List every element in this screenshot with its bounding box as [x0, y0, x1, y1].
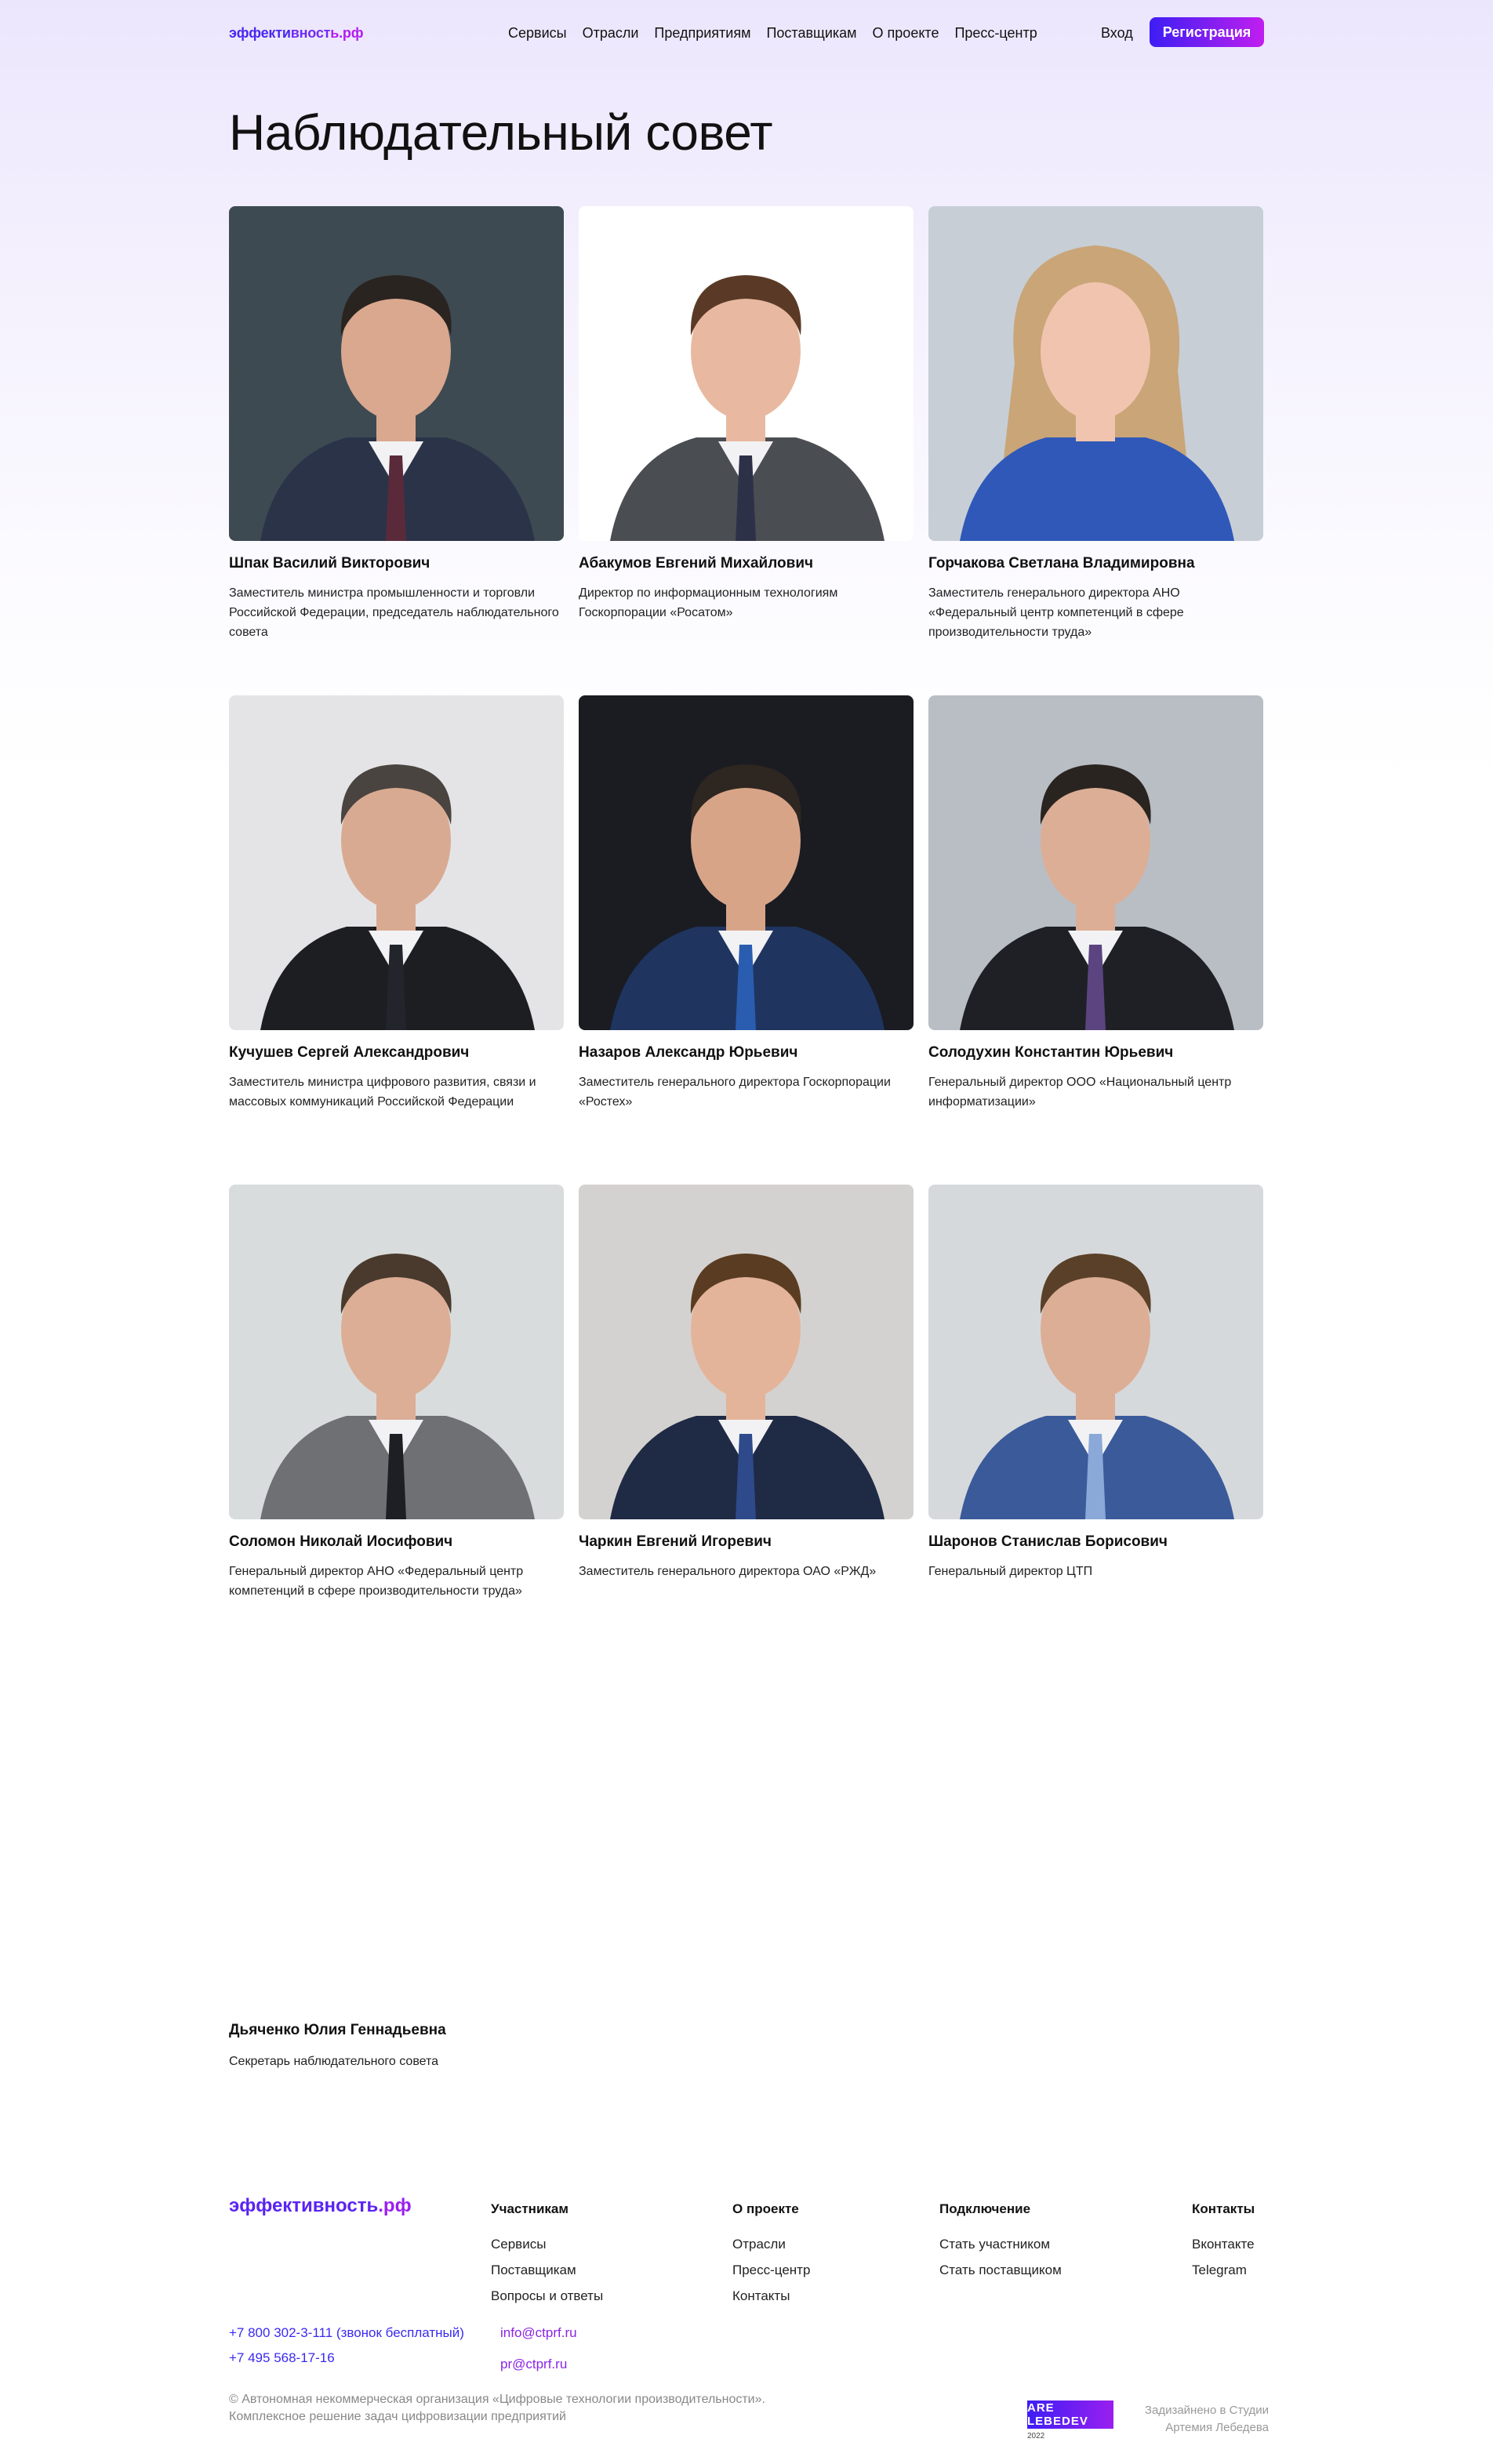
site-header: эффективность.рф Сервисы Отрасли Предпри… — [229, 17, 1264, 49]
member-role: Заместитель министра цифрового развития,… — [229, 1076, 536, 1109]
member-role: Директор по информационным технологиям Г… — [579, 586, 838, 619]
footer-col-connect: Подключение Стать участником Стать поста… — [939, 2201, 1062, 2283]
member-photo — [928, 1185, 1263, 1519]
member-photo — [579, 1185, 914, 1519]
nav-item-services[interactable]: Сервисы — [508, 25, 567, 42]
footer-link-faq[interactable]: Вопросы и ответы — [491, 2283, 603, 2309]
member-role: Генеральный директор ЦТП — [928, 1565, 1093, 1578]
member-photo — [579, 206, 914, 541]
member-role: Заместитель генерального директора Госко… — [579, 1076, 891, 1109]
member-card: Шпак Василий Викторович Заместитель минис… — [229, 206, 564, 642]
footer-link-suppliers[interactable]: Поставщикам — [491, 2257, 603, 2283]
member-name: Горчакова Светлана Владимировна — [928, 555, 1195, 572]
footer-col-title: Контакты — [1192, 2201, 1255, 2216]
member-role: Заместитель министра промышленности и то… — [229, 586, 559, 639]
site-logo[interactable]: эффективность.рф — [229, 25, 363, 42]
footer-col-title: О проекте — [732, 2201, 799, 2216]
footer-link-vk[interactable]: Вконтакте — [1192, 2231, 1255, 2257]
member-name: Шаронов Станислав Борисович — [928, 1533, 1168, 1550]
member-name: Абакумов Евгений Михайлович — [579, 555, 814, 572]
footer-email-pr[interactable]: pr@ctprf.ru — [500, 2357, 567, 2372]
member-card: Соломон Николай Иосифович Генеральный дир… — [229, 1185, 564, 1601]
member-card: Абакумов Евгений Михайлович Директор по и… — [579, 206, 914, 622]
nav-item-about[interactable]: О проекте — [873, 25, 939, 42]
member-name: Чаркин Евгений Игоревич — [579, 1533, 772, 1550]
footer-col-title: Подключение — [939, 2201, 1031, 2216]
studio-credit-text: Задизайнено в Студии Артемия Лебедева — [1144, 2404, 1269, 2434]
member-card: Шаронов Станислав Борисович Генеральный д… — [928, 1185, 1263, 1581]
footer-col-contacts: Контакты Вконтакте Telegram — [1192, 2201, 1255, 2283]
member-card: Кучушев Сергей Александрович Заместитель … — [229, 695, 564, 1112]
member-card: Солодухин Константин Юрьевич Генеральный … — [928, 695, 1263, 1112]
member-photo — [579, 695, 914, 1030]
member-photo — [928, 695, 1263, 1030]
member-name: Солодухин Константин Юрьевич — [928, 1044, 1174, 1061]
footer-email-info[interactable]: info@ctprf.ru — [500, 2325, 577, 2341]
footer-phone[interactable]: +7 495 568-17-16 — [229, 2350, 335, 2366]
member-name: Шпак Василий Викторович — [229, 555, 430, 572]
footer-logo[interactable]: эффективность.рф — [229, 2195, 412, 2217]
footer-link-services[interactable]: Сервисы — [491, 2231, 603, 2257]
register-button[interactable]: Регистрация — [1150, 17, 1264, 47]
nav-item-suppliers[interactable]: Поставщикам — [766, 25, 856, 42]
footer-link-telegram[interactable]: Telegram — [1192, 2257, 1255, 2283]
footer-col-participants: Участникам Сервисы Поставщикам Вопросы и… — [491, 2201, 603, 2309]
member-role: Генеральный директор АНО «Федеральный це… — [229, 1565, 524, 1598]
member-name: Соломон Николай Иосифович — [229, 1533, 453, 1550]
member-card: Чаркин Евгений Игоревич Заместитель генер… — [579, 1185, 914, 1581]
footer-link-become-participant[interactable]: Стать участником — [939, 2231, 1062, 2257]
nav-item-industries[interactable]: Отрасли — [583, 25, 639, 42]
page-title: Наблюдательный совет — [229, 104, 773, 161]
footer-link-become-supplier[interactable]: Стать поставщиком — [939, 2257, 1062, 2283]
member-role: Заместитель генерального директора ОАО «… — [579, 1565, 877, 1578]
member-photo — [928, 206, 1263, 541]
footer-col-about: О проекте Отрасли Пресс-центр Контакты — [732, 2201, 810, 2309]
member-photo — [229, 695, 564, 1030]
footer-link-industries[interactable]: Отрасли — [732, 2231, 810, 2257]
member-name: Назаров Александр Юрьевич — [579, 1044, 798, 1061]
footer-phone-free[interactable]: +7 800 302-3-111 (звонок бесплатный) — [229, 2325, 464, 2341]
login-link[interactable]: Вход — [1101, 25, 1133, 42]
secretary-name: Дьяченко Юлия Геннадьевна — [229, 2022, 446, 2038]
nav-item-press[interactable]: Пресс-центр — [954, 25, 1037, 42]
studio-logo: ARE LEBEDEV — [1027, 2400, 1113, 2429]
footer-link-contacts[interactable]: Контакты — [732, 2283, 810, 2309]
secretary-role: Секретарь наблюдательного совета — [229, 2055, 439, 2068]
member-role: Генеральный директор ООО «Национальный ц… — [928, 1076, 1232, 1109]
member-role: Заместитель генерального директора АНО «… — [928, 586, 1184, 639]
nav-item-enterprises[interactable]: Предприятиям — [654, 25, 750, 42]
studio-year: 2022 — [1027, 2432, 1045, 2440]
footer-link-press[interactable]: Пресс-центр — [732, 2257, 810, 2283]
secretary-block: Дьяченко Юлия Геннадьевна Секретарь набл… — [229, 2020, 564, 2071]
footer-col-title: Участникам — [491, 2201, 569, 2216]
main-nav: Сервисы Отрасли Предприятиям Поставщикам… — [508, 17, 1053, 49]
member-card: Назаров Александр Юрьевич Заместитель ген… — [579, 695, 914, 1112]
member-photo — [229, 1185, 564, 1519]
footer-copyright: © Автономная некоммерческая организация … — [229, 2393, 765, 2423]
member-card: Горчакова Светлана Владимировна Заместите… — [928, 206, 1263, 642]
member-name: Кучушев Сергей Александрович — [229, 1044, 470, 1061]
site-footer: эффективность.рф Участникам Сервисы Пост… — [229, 2195, 1269, 2454]
member-photo — [229, 206, 564, 541]
